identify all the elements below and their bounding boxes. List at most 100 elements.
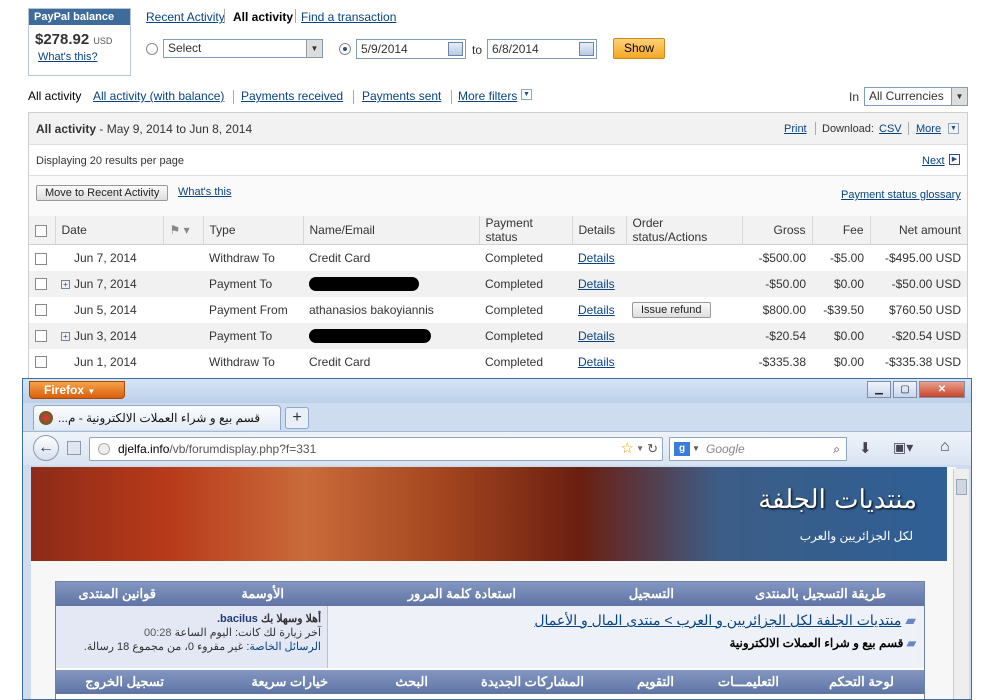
row-type: Withdraw To: [209, 250, 275, 265]
section-title-text: قسم بيع و شراء العملات الالكترونية: [729, 636, 904, 650]
nav-medals[interactable]: الأوسمة: [241, 586, 284, 602]
currency-select[interactable]: All Currencies ▼: [864, 87, 968, 106]
nav-password-recovery[interactable]: استعادة كلمة المرور: [408, 586, 516, 602]
back-arrow-icon[interactable]: ←: [33, 435, 59, 461]
download-icon[interactable]: ⬇: [859, 439, 872, 457]
nav-registration-guide[interactable]: طريقة التسجيل بالمنتدى: [755, 586, 886, 602]
chevron-down-icon: ▼: [87, 387, 96, 396]
home-icon[interactable]: ⌂: [940, 438, 950, 456]
row-checkbox[interactable]: [35, 252, 47, 265]
row-details-link[interactable]: Details: [578, 303, 615, 317]
star-icon[interactable]: ☆: [621, 438, 634, 460]
select-all-checkbox[interactable]: [35, 224, 47, 237]
from-date-input[interactable]: 5/9/2014: [356, 39, 466, 59]
new-tab-button[interactable]: +: [285, 407, 309, 429]
scrollbar-thumb[interactable]: [956, 479, 967, 495]
row-checkbox[interactable]: [35, 330, 47, 343]
print-link[interactable]: Print: [784, 123, 807, 135]
row-action: [626, 349, 742, 375]
csv-download-link[interactable]: CSV: [879, 123, 902, 135]
site-logo[interactable]: منتديات الجلفة: [758, 485, 917, 515]
issue-refund-button[interactable]: Issue refund: [632, 301, 711, 318]
row-type: Payment To: [203, 322, 303, 349]
welcome-text: أهلا وسهلا بك: [260, 613, 321, 625]
nav-control-panel[interactable]: لوحة التحكم: [829, 674, 894, 690]
nav-separator: [233, 90, 234, 104]
search-input[interactable]: g ▼ Google ⌕: [669, 437, 847, 461]
filter-with-balance-link[interactable]: All activity (with balance): [93, 89, 224, 103]
username-link[interactable]: bacilus.: [217, 613, 258, 625]
tab-separator: [295, 9, 296, 23]
row-checkbox[interactable]: [35, 304, 47, 317]
nav-search[interactable]: البحث: [395, 674, 428, 690]
panel-title-text: All activity: [36, 122, 97, 136]
calendar-icon[interactable]: [448, 42, 463, 56]
period-select[interactable]: Select ▼: [163, 39, 323, 58]
move-to-recent-button[interactable]: Move to Recent Activity: [36, 185, 169, 201]
row-checkbox[interactable]: [35, 356, 47, 369]
filter-sent-link[interactable]: Payments sent: [362, 89, 441, 103]
balance-whats-this-link[interactable]: What's this?: [38, 51, 98, 63]
breadcrumb: ▰ منتديات الجلفة لكل الجزائريين و العرب …: [534, 612, 916, 629]
flag-filter-header[interactable]: ⚑ ▾: [163, 216, 204, 245]
tab-find-transaction[interactable]: Find a transaction: [301, 10, 396, 24]
row-details-link[interactable]: Details: [578, 355, 615, 369]
nav-new-posts[interactable]: المشاركات الجديدة: [481, 674, 584, 690]
status-glossary-link[interactable]: Payment status glossary: [841, 189, 961, 201]
url-bar[interactable]: djelfa.info/vb/forumdisplay.php?f=331 ☆ …: [89, 437, 663, 461]
chevron-down-icon[interactable]: ▼: [948, 123, 959, 134]
nav-rules[interactable]: قوانين المنتدى: [78, 586, 156, 602]
col-date[interactable]: Date: [55, 216, 164, 245]
google-icon[interactable]: g: [674, 442, 690, 456]
next-page-link[interactable]: Next: [922, 155, 945, 167]
tab-all-activity[interactable]: All activity: [233, 10, 293, 24]
download-label: Download:: [822, 123, 874, 135]
to-date-input[interactable]: 6/8/2014: [487, 39, 597, 59]
show-button[interactable]: Show: [613, 38, 665, 59]
chevron-down-icon[interactable]: ▼: [636, 438, 644, 460]
firefox-menu-button[interactable]: Firefox ▼: [29, 381, 125, 399]
filter-all-activity: All activity: [28, 89, 82, 103]
chevron-down-icon[interactable]: ▼: [692, 438, 700, 460]
minimize-icon[interactable]: ▁: [867, 381, 891, 398]
expand-icon[interactable]: +: [61, 279, 70, 289]
calendar-icon[interactable]: [579, 42, 594, 56]
private-messages-link[interactable]: الرسائل الخاصة:: [246, 641, 321, 653]
select-radio[interactable]: [146, 43, 158, 55]
bookmark-menu-icon[interactable]: ▣▾: [893, 439, 913, 456]
maximize-icon[interactable]: ▢: [893, 381, 917, 398]
chevron-down-icon[interactable]: ▼: [521, 89, 532, 100]
nav-calendar[interactable]: التقويم: [637, 674, 674, 690]
next-arrow-icon[interactable]: ▶: [949, 154, 960, 165]
breadcrumb-link[interactable]: منتديات الجلفة لكل الجزائريين و العرب > …: [534, 612, 901, 628]
browser-tab[interactable]: قسم بيع و شراء العملات الالكترونية - م..…: [33, 405, 281, 430]
search-placeholder: Google: [706, 442, 745, 456]
folder-icon: ▰: [906, 636, 916, 650]
row-details-link[interactable]: Details: [578, 329, 615, 343]
expand-icon[interactable]: +: [61, 331, 70, 341]
col-order: Order status/Actions: [626, 216, 743, 245]
more-filters-link[interactable]: More filters: [458, 89, 517, 103]
more-link[interactable]: More: [916, 123, 941, 135]
date-range-radio[interactable]: [339, 43, 351, 55]
whats-this-link[interactable]: What's this: [178, 186, 231, 198]
nav-logout[interactable]: تسجيل الخروج: [85, 674, 164, 690]
search-icon[interactable]: ⌕: [833, 438, 840, 460]
scrollbar[interactable]: [953, 469, 969, 699]
row-checkbox[interactable]: [35, 278, 47, 291]
nav-register[interactable]: التسجيل: [629, 586, 674, 602]
filter-received-link[interactable]: Payments received: [241, 89, 343, 103]
nav-help[interactable]: التعليمـــات: [718, 674, 779, 690]
row-details-link[interactable]: Details: [578, 251, 615, 265]
row-details-link[interactable]: Details: [578, 277, 615, 291]
tab-recent-activity[interactable]: Recent Activity: [146, 10, 225, 24]
reload-icon[interactable]: ↻: [647, 438, 658, 460]
row-type: Payment To: [203, 270, 303, 297]
row-gross: $800.00: [762, 302, 806, 317]
activity-panel: All activity - May 9, 2014 to Jun 8, 201…: [28, 112, 968, 382]
currency-in-label: In: [849, 90, 860, 104]
close-icon[interactable]: ✕: [919, 381, 965, 398]
col-name: Name/Email: [303, 216, 480, 245]
nav-quick-options[interactable]: خيارات سريعة: [251, 674, 328, 690]
bookmarks-icon[interactable]: [67, 441, 81, 455]
